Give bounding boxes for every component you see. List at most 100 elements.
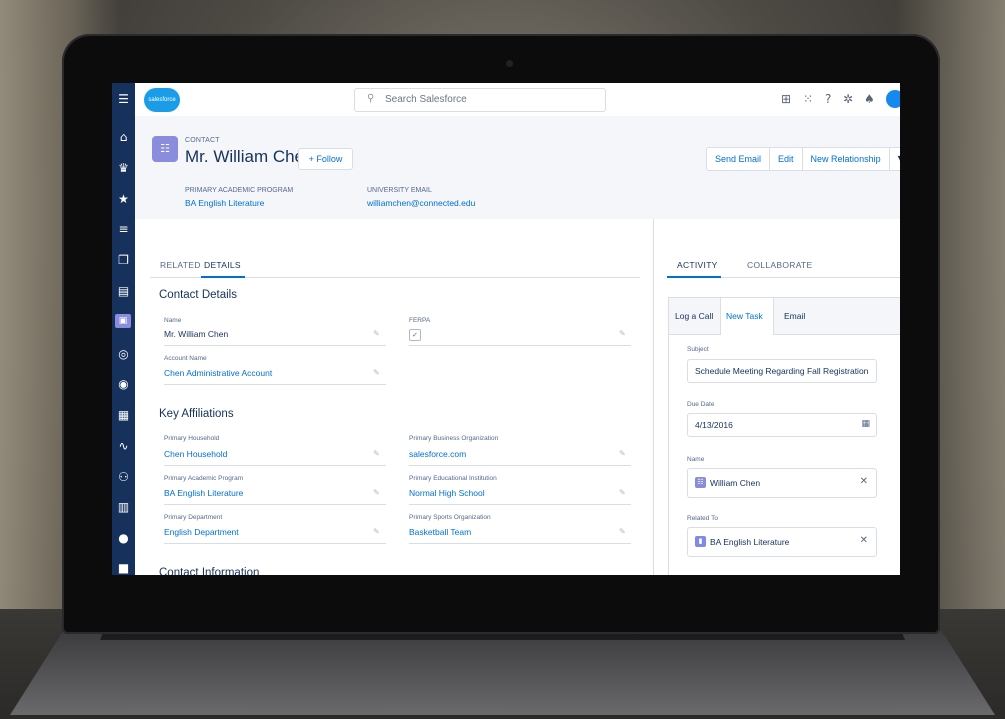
section-heading-key-affiliations: Key Affiliations (159, 408, 234, 420)
edit-pencil-icon[interactable]: ✎ (619, 329, 626, 338)
related-to-value: BA English Literature (710, 537, 790, 547)
field-divider (409, 465, 631, 466)
contact-icon: ☷ (695, 477, 706, 488)
field-value-sports-org[interactable]: Basketball Team (409, 527, 471, 537)
salesforce-logo[interactable]: salesforce (144, 88, 180, 112)
field-label-sports-org: Primary Sports Organization (409, 514, 491, 521)
gauge-icon[interactable]: ◉ (112, 375, 135, 393)
edit-pencil-icon[interactable]: ✎ (373, 368, 380, 377)
tab-details-indicator (201, 276, 245, 278)
notifications-bell-icon[interactable]: ♠ (864, 92, 875, 106)
field-label-household: Primary Household (164, 435, 220, 442)
user-avatar[interactable] (886, 90, 900, 108)
publisher: Log a Call New Task Email Subject Schedu… (668, 297, 900, 575)
due-date-value: 4/13/2016 (695, 420, 733, 430)
field-value-business-org[interactable]: salesforce.com (409, 449, 466, 459)
remove-x-icon[interactable]: ✕ (860, 535, 868, 546)
subject-input[interactable]: Schedule Meeting Regarding Fall Registra… (687, 359, 877, 383)
name-label: Name (687, 456, 705, 463)
field-value-department[interactable]: English Department (164, 527, 239, 537)
tab-new-task[interactable]: New Task (726, 311, 763, 321)
field-divider (164, 465, 386, 466)
field-divider (409, 504, 631, 505)
home-icon[interactable]: ⌂ (112, 128, 135, 146)
highlight-value-program[interactable]: BA English Literature (185, 198, 264, 208)
field-label-ferpa: FERPA (409, 317, 431, 324)
field-divider (164, 504, 386, 505)
star-person-icon[interactable]: ★ (112, 190, 135, 208)
field-divider (164, 384, 386, 385)
tab-collaborate[interactable]: COLLABORATE (747, 260, 813, 270)
field-divider (164, 543, 386, 544)
field-label-academic-program: Primary Academic Program (164, 475, 244, 482)
building-icon[interactable]: ▤ (112, 282, 135, 300)
tab-activity[interactable]: ACTIVITY (677, 260, 718, 270)
crown-icon[interactable]: ♛ (112, 159, 135, 177)
field-divider (164, 345, 386, 346)
person-icon[interactable]: ● (112, 529, 135, 547)
contact-nav-icon[interactable]: ▣ (115, 314, 131, 328)
edit-button[interactable]: Edit (770, 148, 803, 170)
send-email-button[interactable]: Send Email (707, 148, 771, 170)
due-date-input[interactable]: 4/13/2016 ▦ (687, 413, 877, 437)
related-to-lookup[interactable]: ▮ BA English Literature ✕ (687, 527, 877, 557)
remove-x-icon[interactable]: ✕ (860, 476, 868, 487)
more-actions-chevron-icon[interactable]: ▼ (890, 148, 900, 170)
field-value-educational-institution[interactable]: Normal High School (409, 488, 485, 498)
tab-related[interactable]: RELATED (160, 260, 201, 270)
field-label-business-org: Primary Business Organization (409, 435, 499, 442)
edit-pencil-icon[interactable]: ✎ (619, 488, 626, 497)
search-placeholder: Search Salesforce (385, 94, 467, 105)
help-icon[interactable]: ? (825, 92, 831, 106)
ferpa-checkbox[interactable]: ✓ (409, 329, 421, 341)
name-lookup[interactable]: ☷ William Chen ✕ (687, 468, 877, 498)
app-launcher-icon[interactable]: ⁙ (803, 92, 813, 106)
calendar-icon[interactable]: ▦ (861, 419, 870, 429)
camera-dot (506, 60, 513, 67)
subject-value: Schedule Meeting Regarding Fall Registra… (695, 366, 869, 376)
subject-label: Subject (687, 346, 709, 353)
highlight-label-program: PRIMARY ACADEMIC PROGRAM (185, 187, 294, 194)
list-icon[interactable]: ≡ (112, 220, 135, 238)
calendar-icon[interactable]: ▥ (112, 498, 135, 516)
section-heading-contact-details: Contact Details (159, 289, 237, 301)
tab-activity-indicator (667, 276, 721, 278)
field-value-household[interactable]: Chen Household (164, 449, 227, 459)
field-label-educational-institution: Primary Educational Institution (409, 475, 497, 482)
target-icon[interactable]: ◎ (112, 345, 135, 363)
program-icon: ▮ (695, 536, 706, 547)
search-icon: ⚲ (367, 93, 375, 104)
edit-pencil-icon[interactable]: ✎ (373, 329, 380, 338)
activity-panel: ACTIVITY COLLABORATE Log a Call New Task… (654, 219, 900, 575)
files-icon[interactable]: ❐ (112, 251, 135, 269)
new-relationship-button[interactable]: New Relationship (803, 148, 890, 170)
highlight-value-email[interactable]: williamchen@connected.edu (367, 198, 475, 208)
briefcase-icon[interactable]: ■ (112, 559, 135, 575)
edit-pencil-icon[interactable]: ✎ (373, 488, 380, 497)
setup-gear-icon[interactable]: ✲ (843, 92, 853, 106)
edit-pencil-icon[interactable]: ✎ (619, 449, 626, 458)
tab-log-a-call[interactable]: Log a Call (675, 311, 713, 321)
detail-panel: RELATED DETAILS Contact Details Name Mr.… (135, 219, 654, 575)
global-header: salesforce ⚲ Search Salesforce ⊞ ⁙ ? ✲ ♠ (135, 83, 900, 117)
related-to-label: Related To (687, 515, 718, 522)
groups-icon[interactable]: ⚇ (112, 468, 135, 486)
field-value-account[interactable]: Chen Administrative Account (164, 368, 272, 378)
add-icon[interactable]: ⊞ (781, 92, 791, 106)
edit-pencil-icon[interactable]: ✎ (373, 527, 380, 536)
highlight-label-email: UNIVERSITY EMAIL (367, 187, 432, 194)
contact-icon: ☷ (152, 136, 178, 162)
clipboard-icon[interactable]: ▦ (112, 406, 135, 424)
edit-pencil-icon[interactable]: ✎ (373, 449, 380, 458)
tab-email[interactable]: Email (784, 311, 805, 321)
field-value-academic-program[interactable]: BA English Literature (164, 488, 243, 498)
edit-pencil-icon[interactable]: ✎ (619, 527, 626, 536)
field-value-name: Mr. William Chen (164, 329, 229, 339)
menu-icon[interactable]: ☰ (112, 90, 135, 108)
record-header: ☷ CONTACT Mr. William Chen + Follow Send… (135, 116, 900, 220)
search-input[interactable]: ⚲ Search Salesforce (354, 88, 606, 112)
pulse-icon[interactable]: ∿ (112, 437, 135, 455)
tab-details[interactable]: DETAILS (204, 260, 241, 270)
follow-button[interactable]: + Follow (298, 148, 353, 170)
section-heading-contact-information: Contact Information (159, 567, 260, 575)
